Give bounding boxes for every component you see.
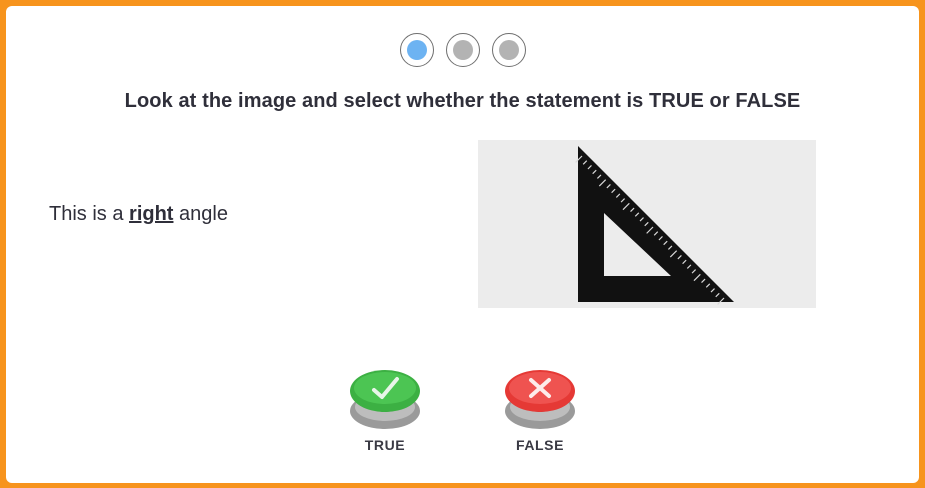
false-label: FALSE	[515, 437, 565, 453]
statement-text: This is a right angle	[49, 203, 228, 226]
progress-step-2	[445, 33, 480, 67]
progress-step-3	[491, 33, 526, 67]
true-button[interactable]: TRUE	[340, 361, 430, 453]
true-label: TRUE	[364, 437, 406, 453]
statement-keyword: right	[129, 203, 174, 225]
checkmark-button-icon	[350, 370, 420, 429]
set-square-ruler-icon	[575, 146, 734, 305]
instruction-text: Look at the image and select whether the…	[124, 90, 801, 112]
progress-step-1-fill	[406, 40, 427, 60]
progress-indicator	[6, 33, 919, 67]
progress-step-1	[399, 33, 434, 67]
statement-prefix: This is a	[49, 203, 130, 225]
progress-step-3-fill	[498, 40, 519, 60]
quiz-card: Look at the image and select whether the…	[6, 6, 919, 483]
statement-suffix: angle	[173, 203, 228, 225]
question-image	[478, 140, 816, 308]
cross-button-icon	[505, 370, 575, 429]
false-button[interactable]: FALSE	[495, 361, 585, 453]
progress-step-2-fill	[452, 40, 473, 60]
